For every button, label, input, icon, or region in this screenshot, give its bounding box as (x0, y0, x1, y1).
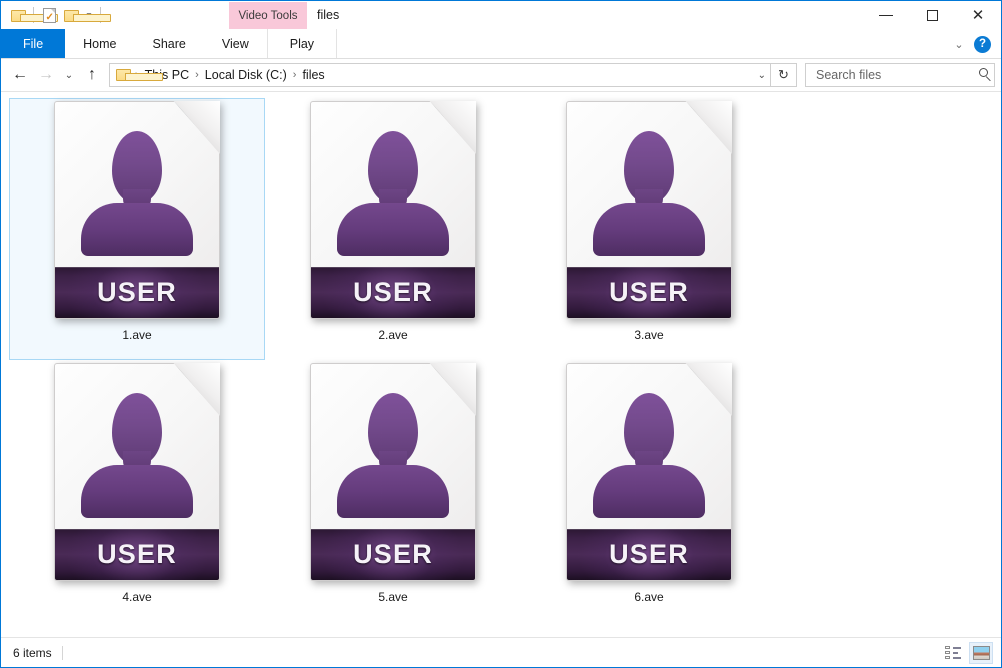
breadcrumb-item-local-disk[interactable]: Local Disk (C:) (200, 66, 292, 84)
tab-file[interactable]: File (1, 29, 66, 58)
caption-buttons: ✕ (863, 1, 1001, 29)
file-type-badge: USER (353, 539, 433, 569)
contextual-tab-group-label: Video Tools (238, 9, 298, 22)
file-item-3[interactable]: USER 3.ave (521, 98, 777, 360)
file-type-badge: USER (609, 277, 689, 307)
file-type-badge: USER (97, 539, 177, 569)
user-file-icon: USER (54, 101, 220, 319)
breadcrumb-dropdown-icon[interactable]: ⌄ (758, 70, 766, 81)
tab-share[interactable]: Share (135, 29, 204, 58)
file-name-label: 4.ave (122, 590, 152, 604)
search-box[interactable] (805, 63, 995, 87)
details-view-button[interactable] (941, 642, 965, 664)
item-count-label: 6 items (13, 645, 52, 660)
user-file-icon: USER (310, 101, 476, 319)
file-item-5[interactable]: USER 5.ave (265, 360, 521, 622)
user-file-icon: USER (566, 363, 732, 581)
tab-home[interactable]: Home (65, 29, 134, 58)
file-name-label: 3.ave (634, 328, 664, 342)
user-file-icon: USER (310, 363, 476, 581)
tab-play[interactable]: Play (266, 29, 338, 58)
forward-button: → (38, 66, 54, 83)
window-title: files (317, 8, 340, 22)
person-silhouette-icon (337, 393, 449, 518)
details-view-icon (945, 646, 961, 659)
file-type-badge: USER (97, 277, 177, 307)
user-file-icon: USER (54, 363, 220, 581)
help-icon[interactable]: ? (974, 35, 991, 53)
ribbon-tabstrip: File Home Share View Play ⌄ ? (1, 29, 1001, 59)
large-icons-view-icon (972, 645, 990, 660)
file-grid: USER 1.ave USER 2.ave USER 3.ave USER 4.… (1, 92, 1001, 622)
refresh-button[interactable]: ↻ (771, 63, 797, 87)
search-input[interactable] (814, 67, 979, 83)
address-bar: ← → ⌄ ↑ › This PC › Local Disk (C:) › fi… (1, 59, 1001, 91)
search-icon[interactable] (979, 68, 991, 82)
person-silhouette-icon (81, 131, 193, 256)
tab-view[interactable]: View (204, 29, 267, 58)
file-type-badge: USER (353, 277, 433, 307)
file-item-2[interactable]: USER 2.ave (265, 98, 521, 360)
maximize-button[interactable] (909, 1, 955, 29)
breadcrumb-item-files[interactable]: files (297, 66, 329, 84)
person-silhouette-icon (593, 393, 705, 518)
status-separator (61, 645, 63, 660)
file-name-label: 6.ave (634, 590, 664, 604)
up-button[interactable]: ↑ (79, 62, 105, 88)
quick-access-toolbar: ✓ ▼ (1, 1, 111, 29)
status-bar: 6 items (1, 637, 1001, 667)
view-mode-buttons (941, 641, 993, 664)
large-icons-view-button[interactable] (969, 641, 993, 664)
person-silhouette-icon (337, 131, 449, 256)
file-name-label: 2.ave (378, 328, 408, 342)
minimize-button[interactable] (863, 1, 909, 29)
title-bar: ✓ ▼ Video Tools files ✕ (1, 1, 1001, 29)
recent-locations-button[interactable]: ⌄ (59, 62, 79, 88)
breadcrumb-folder-icon (116, 68, 163, 82)
folder-icon[interactable] (7, 4, 58, 26)
file-list-view[interactable]: USER 1.ave USER 2.ave USER 3.ave USER 4.… (1, 91, 1001, 637)
file-item-6[interactable]: USER 6.ave (521, 360, 777, 622)
user-file-icon: USER (566, 101, 732, 319)
person-silhouette-icon (81, 393, 193, 518)
explorer-window: ✓ ▼ Video Tools files ✕ File Home Share … (0, 0, 1002, 668)
back-button[interactable]: ← (7, 62, 33, 88)
file-name-label: 1.ave (122, 328, 152, 342)
new-folder-icon[interactable] (60, 4, 111, 26)
file-type-badge: USER (609, 539, 689, 569)
file-item-1[interactable]: USER 1.ave (9, 98, 265, 360)
person-silhouette-icon (593, 131, 705, 256)
chevron-down-icon[interactable]: ⌄ (946, 31, 972, 57)
status-left: 6 items (13, 645, 63, 660)
contextual-tab-group-video-tools: Video Tools (229, 2, 307, 29)
file-item-4[interactable]: USER 4.ave (9, 360, 265, 622)
close-button[interactable]: ✕ (955, 1, 1001, 29)
file-name-label: 5.ave (378, 590, 408, 604)
ribbon-right-controls: ⌄ ? (946, 29, 997, 59)
breadcrumb[interactable]: › This PC › Local Disk (C:) › files ⌄ (109, 63, 771, 87)
